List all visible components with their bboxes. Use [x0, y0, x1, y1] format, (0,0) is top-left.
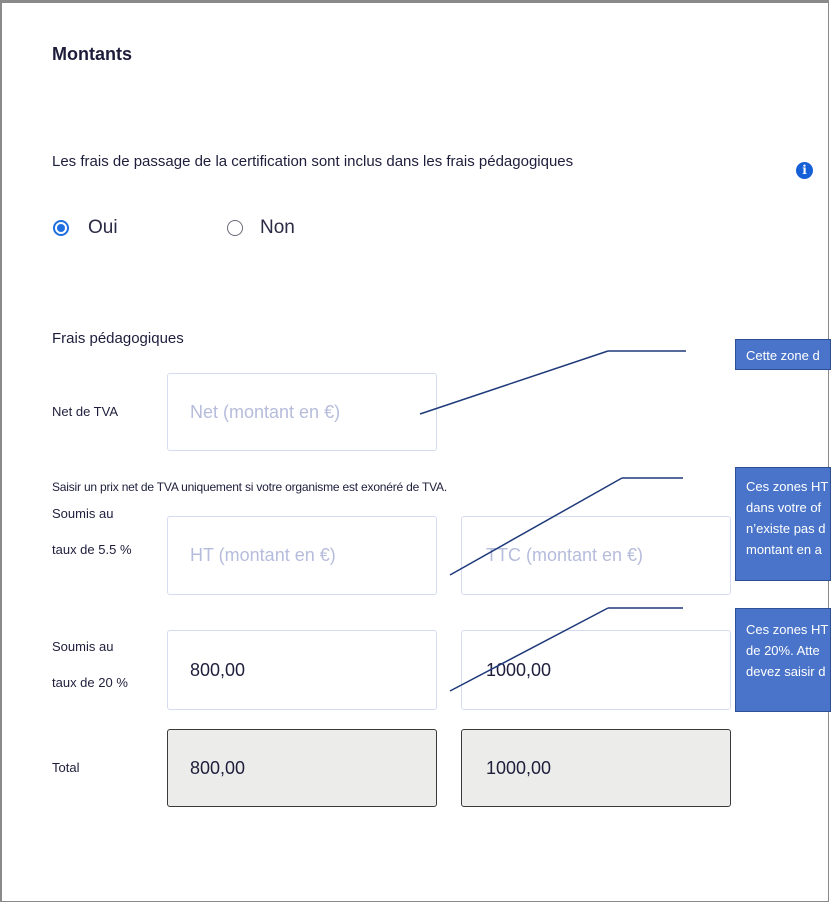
callout-net-line: Cette zone d: [746, 348, 820, 363]
callout-rate-20: Ces zones HT de 20%. Atte devez saisir d: [735, 608, 831, 712]
callout-55-line: n’existe pas d: [746, 521, 826, 536]
callout-rate-55: Ces zones HT dans votre of n’existe pas …: [735, 467, 831, 581]
callout-55-line: Ces zones HT: [746, 479, 829, 494]
leader-20-diag: [449, 607, 609, 692]
callout-20-line: devez saisir d: [746, 664, 826, 679]
callout-20-line: de 20%. Atte: [746, 643, 820, 658]
leader-net-diag: [419, 350, 609, 415]
callout-leader-lines: [419, 350, 686, 692]
leader-55-diag: [449, 477, 623, 576]
callout-55-line: dans votre of: [746, 500, 822, 515]
callout-55-line: montant en a: [746, 542, 822, 557]
callout-20-line: Ces zones HT: [746, 622, 829, 637]
callout-net: Cette zone d: [735, 339, 831, 370]
